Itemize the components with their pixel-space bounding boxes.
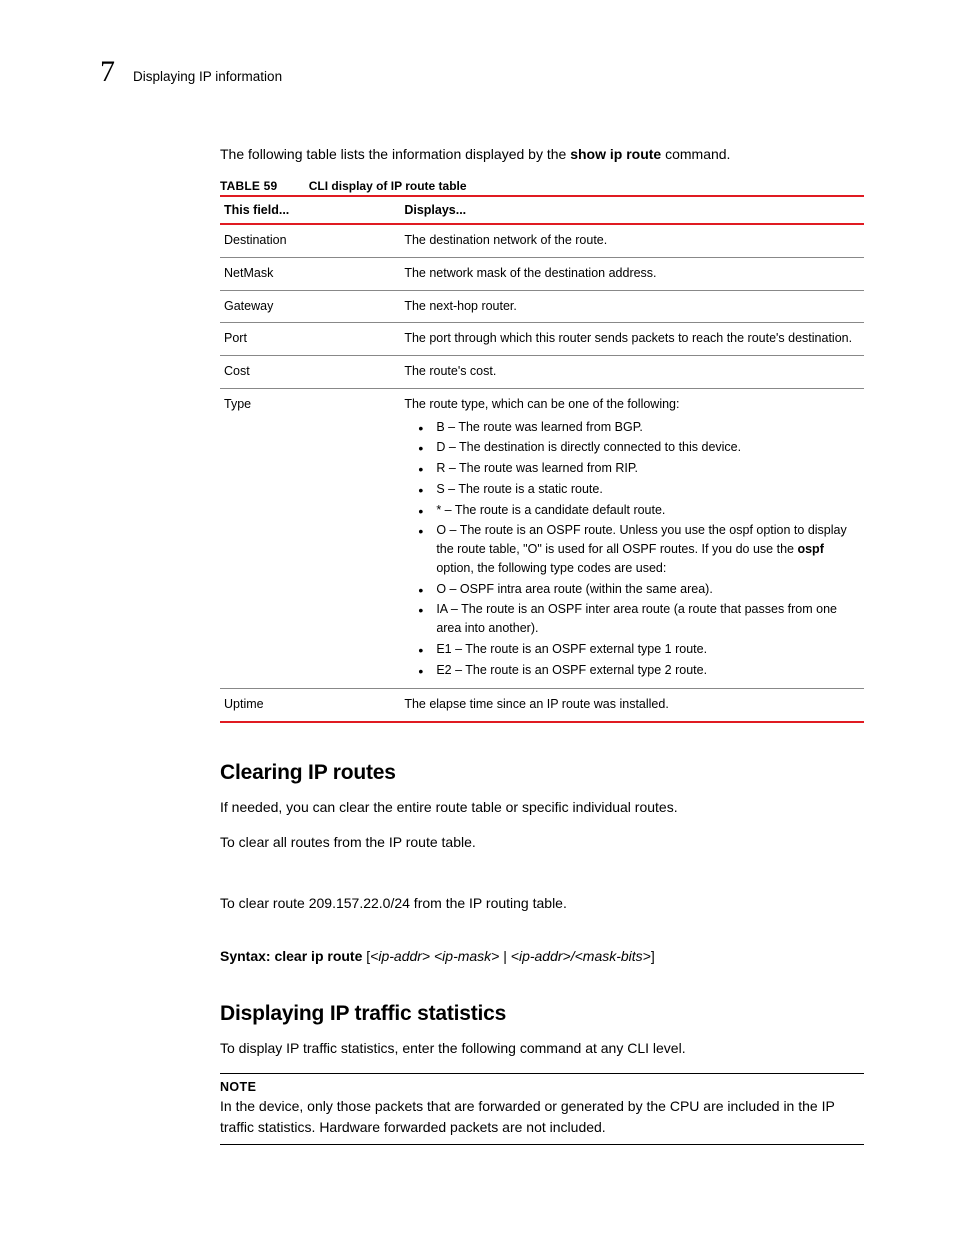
table-row: Cost The route's cost.	[220, 356, 864, 389]
syntax-arg: <ip-addr>/<mask-bits>	[511, 948, 651, 964]
cell-field: Gateway	[220, 290, 400, 323]
table-row: NetMask The network mask of the destinat…	[220, 257, 864, 290]
syntax-label: Syntax: clear ip route	[220, 948, 362, 964]
page-header: 7 Displaying IP information	[100, 55, 864, 89]
text: option, the following type codes are use…	[436, 561, 666, 575]
syntax-arg: <ip-addr> <ip-mask>	[370, 948, 499, 964]
list-item: E1 – The route is an OSPF external type …	[404, 640, 860, 659]
syntax-close: ]	[651, 948, 655, 964]
paragraph: To display IP traffic statistics, enter …	[220, 1038, 864, 1059]
list-item: R – The route was learned from RIP.	[404, 459, 860, 478]
cell-disp: The route's cost.	[400, 356, 864, 389]
text: O – The route is an OSPF route. Unless y…	[436, 523, 846, 556]
intro-command: show ip route	[570, 146, 661, 162]
main-content: The following table lists the informatio…	[220, 144, 864, 1145]
type-intro: The route type, which can be one of the …	[404, 397, 679, 411]
cell-field: Type	[220, 388, 400, 689]
cell-field: Port	[220, 323, 400, 356]
cell-disp: The elapse time since an IP route was in…	[400, 689, 864, 722]
cell-field: Uptime	[220, 689, 400, 722]
syntax-pipe: |	[499, 948, 510, 964]
paragraph: To clear route 209.157.22.0/24 from the …	[220, 893, 864, 914]
cell-disp: The next-hop router.	[400, 290, 864, 323]
note-box: NOTE In the device, only those packets t…	[220, 1073, 864, 1145]
page: 7 Displaying IP information The followin…	[0, 0, 954, 1205]
list-item: D – The destination is directly connecte…	[404, 438, 860, 457]
list-item: IA – The route is an OSPF inter area rou…	[404, 600, 860, 638]
intro-text-before: The following table lists the informatio…	[220, 146, 570, 162]
table-row: Type The route type, which can be one of…	[220, 388, 864, 689]
section-title-clearing: Clearing IP routes	[220, 761, 864, 785]
table-row: Gateway The next-hop router.	[220, 290, 864, 323]
table-header-row: This field... Displays...	[220, 196, 864, 224]
cell-disp: The network mask of the destination addr…	[400, 257, 864, 290]
intro-paragraph: The following table lists the informatio…	[220, 144, 864, 165]
table-header-displays: Displays...	[400, 196, 864, 224]
cell-field: NetMask	[220, 257, 400, 290]
list-item: B – The route was learned from BGP.	[404, 418, 860, 437]
cell-field: Cost	[220, 356, 400, 389]
chapter-number: 7	[100, 55, 115, 89]
section-title-traffic: Displaying IP traffic statistics	[220, 1002, 864, 1026]
syntax-line: Syntax: clear ip route [<ip-addr> <ip-ma…	[220, 948, 864, 964]
intro-text-after: command.	[661, 146, 730, 162]
note-text: In the device, only those packets that a…	[220, 1096, 864, 1138]
table-caption: TABLE 59 CLI display of IP route table	[220, 179, 864, 193]
cell-field: Destination	[220, 224, 400, 257]
list-item: S – The route is a static route.	[404, 480, 860, 499]
list-item: E2 – The route is an OSPF external type …	[404, 661, 860, 680]
table-row: Port The port through which this router …	[220, 323, 864, 356]
table-row: Destination The destination network of t…	[220, 224, 864, 257]
syntax-open: [	[362, 948, 370, 964]
cell-disp: The port through which this router sends…	[400, 323, 864, 356]
table-row: Uptime The elapse time since an IP route…	[220, 689, 864, 722]
route-table: This field... Displays... Destination Th…	[220, 195, 864, 723]
list-item: O – OSPF intra area route (within the sa…	[404, 580, 860, 599]
text-bold: ospf	[797, 542, 823, 556]
table-name: CLI display of IP route table	[309, 179, 467, 193]
list-item: * – The route is a candidate default rou…	[404, 501, 860, 520]
cell-disp: The destination network of the route.	[400, 224, 864, 257]
cell-disp: The route type, which can be one of the …	[400, 388, 864, 689]
note-label: NOTE	[220, 1080, 864, 1094]
type-bullet-list: B – The route was learned from BGP. D – …	[404, 418, 860, 680]
table-label: TABLE 59	[220, 179, 277, 193]
header-title: Displaying IP information	[133, 69, 282, 84]
paragraph: To clear all routes from the IP route ta…	[220, 832, 864, 853]
table-header-field: This field...	[220, 196, 400, 224]
paragraph: If needed, you can clear the entire rout…	[220, 797, 864, 818]
list-item: O – The route is an OSPF route. Unless y…	[404, 521, 860, 577]
